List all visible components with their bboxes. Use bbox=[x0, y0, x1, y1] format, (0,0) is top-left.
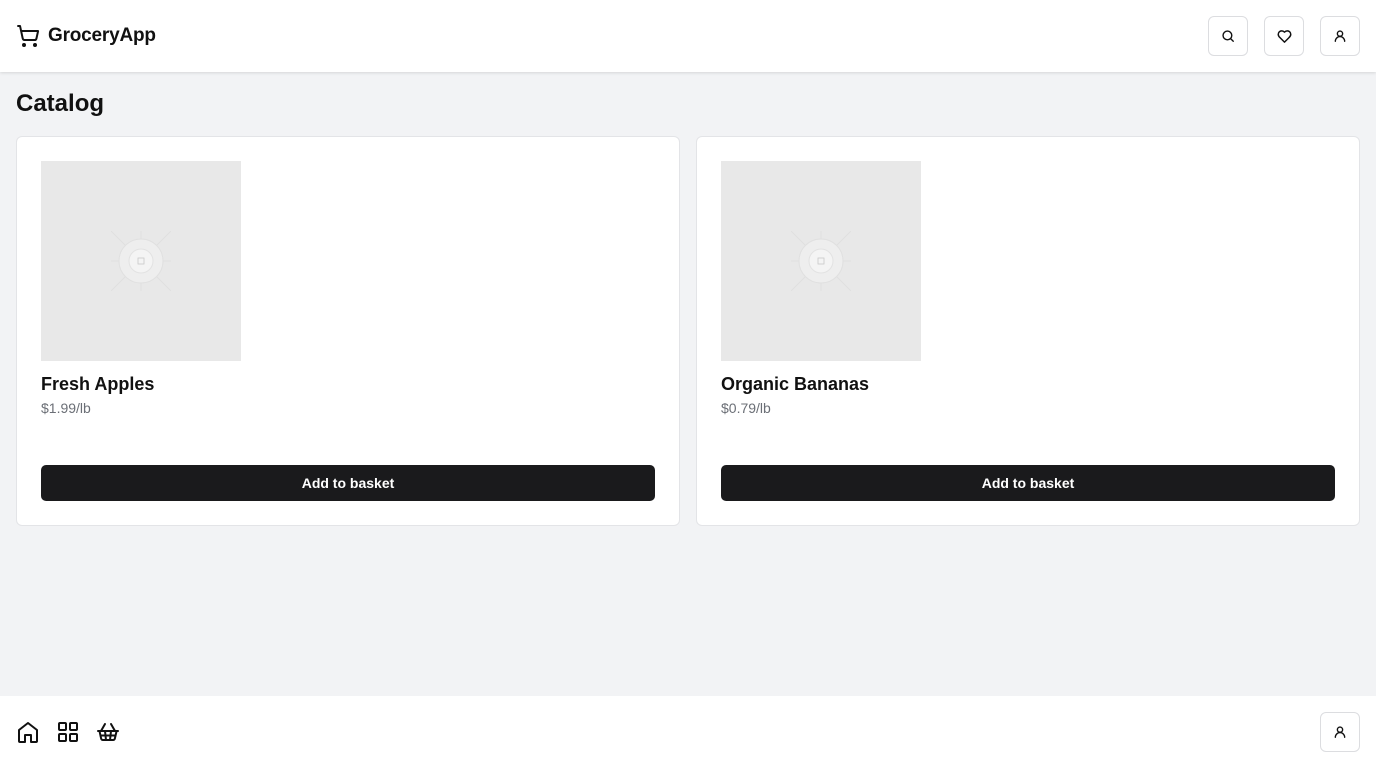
grid-icon[interactable] bbox=[56, 720, 80, 744]
brand[interactable]: GroceryApp bbox=[16, 24, 156, 48]
user-icon bbox=[1333, 29, 1347, 43]
top-bar: GroceryApp bbox=[0, 0, 1376, 72]
favorites-button[interactable] bbox=[1264, 16, 1304, 56]
search-button[interactable] bbox=[1208, 16, 1248, 56]
bottom-nav-items bbox=[16, 720, 120, 744]
app-title: GroceryApp bbox=[48, 25, 156, 46]
shopping-cart-icon bbox=[16, 24, 40, 48]
home-icon[interactable] bbox=[16, 720, 40, 744]
basket-icon[interactable] bbox=[96, 720, 120, 744]
product-grid: Fresh Apples $1.99/lb Add to basket Orga… bbox=[16, 136, 1360, 526]
product-name: Fresh Apples bbox=[41, 374, 155, 394]
search-icon bbox=[1221, 29, 1235, 43]
page-title: Catalog bbox=[16, 90, 105, 117]
account-button[interactable] bbox=[1320, 712, 1360, 752]
product-card: Fresh Apples $1.99/lb Add to basket bbox=[16, 136, 680, 526]
add-to-basket-button[interactable]: Add to basket bbox=[41, 465, 655, 501]
image-placeholder-icon bbox=[791, 231, 851, 291]
add-to-basket-button[interactable]: Add to basket bbox=[721, 465, 1335, 501]
product-price: $0.79/lb bbox=[721, 400, 771, 416]
bottom-nav bbox=[0, 696, 1376, 768]
product-image bbox=[41, 161, 241, 361]
product-price: $1.99/lb bbox=[41, 400, 91, 416]
header-actions bbox=[1208, 16, 1360, 56]
account-button[interactable] bbox=[1320, 16, 1360, 56]
product-name: Organic Bananas bbox=[721, 374, 870, 394]
user-icon bbox=[1333, 725, 1347, 739]
product-image bbox=[721, 161, 921, 361]
heart-icon bbox=[1277, 29, 1292, 44]
image-placeholder-icon bbox=[111, 231, 171, 291]
product-card: Organic Bananas $0.79/lb Add to basket bbox=[696, 136, 1360, 526]
main-content: Catalog Fresh Apples $1.99/lb Add to bas… bbox=[16, 72, 1360, 526]
